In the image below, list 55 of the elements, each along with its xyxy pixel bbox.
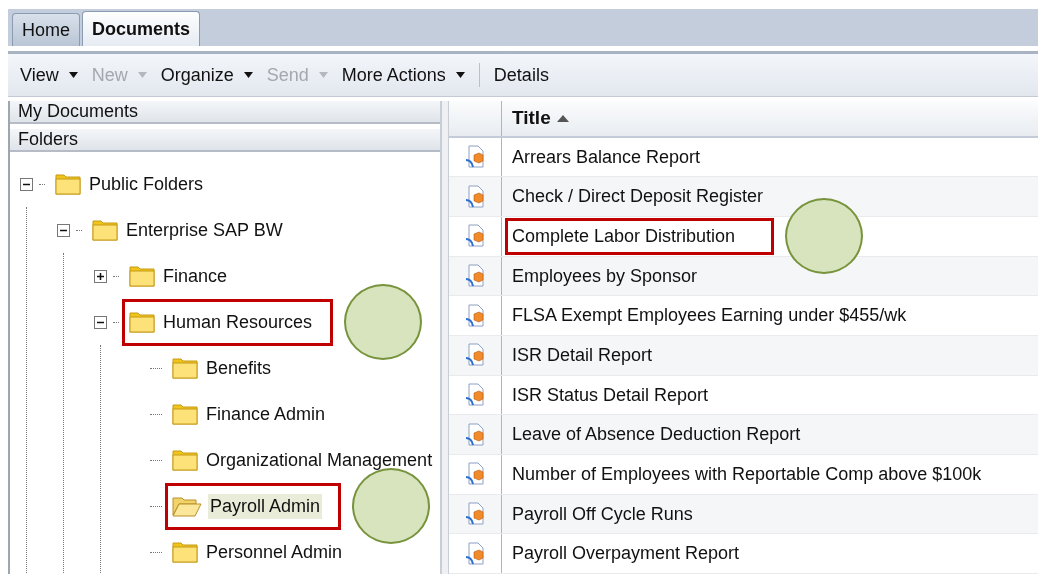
report-icon [465, 303, 485, 328]
report-icon [465, 383, 485, 408]
report-icon [465, 502, 485, 527]
open-folder-icon [172, 495, 202, 517]
folder-tree-item[interactable]: Benefits [168, 353, 278, 383]
column-header[interactable]: Title [502, 101, 569, 136]
document-title[interactable]: Arrears Balance Report [508, 141, 705, 173]
caret-icon [243, 72, 253, 78]
tab[interactable]: Home [12, 13, 80, 46]
folder-icon [92, 219, 118, 241]
report-icon [465, 145, 485, 170]
collapse-toggle[interactable] [94, 315, 107, 329]
toolbar-menu-button[interactable]: Organize [160, 64, 261, 86]
collapse-toggle[interactable] [57, 223, 70, 237]
folder-tree-item[interactable]: Human Resources [125, 301, 331, 343]
folder-tree-item[interactable]: Finance Admin [168, 399, 332, 429]
folder-tree-item[interactable]: Personnel Admin [168, 537, 349, 567]
folder-tree-item[interactable]: Public Folders [51, 169, 210, 199]
folder-tree-item[interactable]: Enterprise SAP BW [88, 215, 289, 245]
report-icon [465, 264, 485, 289]
expand-toggle[interactable] [94, 269, 107, 283]
toolbar-menu-button[interactable]: Details [493, 64, 557, 86]
document-title[interactable]: Complete Labor Distribution [508, 220, 772, 252]
caret-icon [137, 72, 147, 78]
folder-icon [172, 541, 198, 563]
caret-icon [318, 72, 328, 78]
collapse-toggle[interactable] [20, 177, 33, 191]
folder-tree-item[interactable]: Finance [125, 261, 234, 291]
document-title[interactable]: Number of Employees with Reportable Comp above $100k [508, 458, 986, 490]
folder-icon [55, 173, 81, 195]
report-icon [465, 224, 485, 249]
tab[interactable]: Documents [82, 11, 201, 46]
document-title[interactable]: ISR Status Detail Report [508, 379, 713, 411]
caret-icon [455, 72, 465, 78]
section-header[interactable]: My Documents [10, 101, 440, 124]
folder-tree-item[interactable]: Organizational Management [168, 445, 439, 475]
folder-icon [172, 403, 198, 425]
folder-icon [172, 449, 198, 471]
toolbar-menu-button[interactable]: More Actions [341, 64, 473, 86]
folder-tree-item[interactable]: Payroll Admin [168, 485, 339, 527]
folder-icon [129, 311, 155, 333]
plus-icon [96, 271, 105, 281]
report-icon [465, 422, 485, 447]
toolbar-menu-button[interactable]: View [20, 64, 86, 86]
folder-icon [172, 357, 198, 379]
report-icon [465, 184, 485, 209]
report-icon [465, 343, 485, 368]
section-header[interactable]: Folders [10, 129, 440, 152]
folder-icon [129, 265, 155, 287]
sort-arrow-icon [556, 114, 569, 122]
document-title[interactable]: Payroll Overpayment Report [508, 538, 744, 570]
report-icon [465, 462, 485, 487]
report-icon [465, 541, 485, 566]
document-title[interactable]: FLSA Exempt Employees Earning under $455/wk [508, 300, 911, 332]
caret-icon [68, 72, 78, 78]
